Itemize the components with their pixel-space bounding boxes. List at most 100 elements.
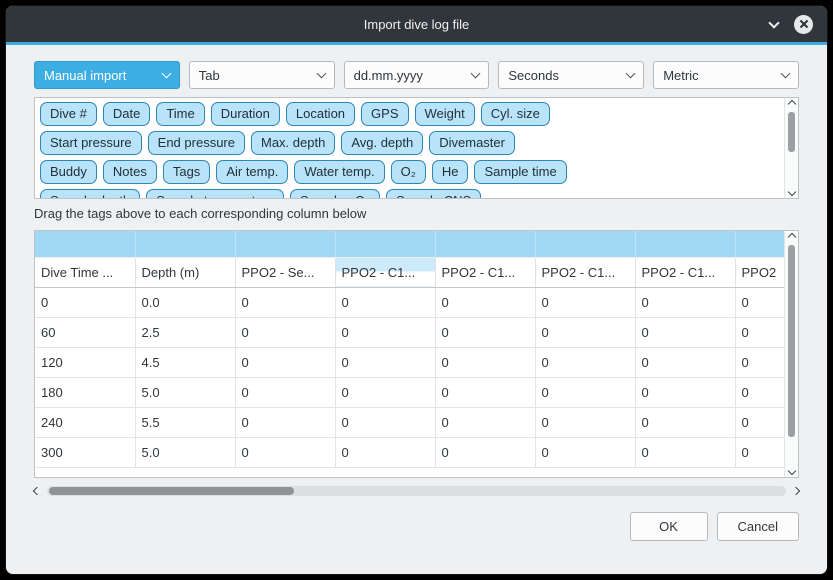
tag-list: Dive #DateTime DurationLocationGPS WeightC…: [35, 98, 784, 198]
column-drop-target[interactable]: [335, 231, 435, 257]
column-tag[interactable]: Time: [156, 102, 204, 126]
column-tag[interactable]: Avg. depth: [341, 131, 423, 155]
shade-chevron-down-icon[interactable]: [768, 17, 779, 28]
column-header[interactable]: PPO2 - Se...: [235, 257, 335, 287]
options-row: Manual import Tab dd.mm.yyyy Seconds Met…: [34, 61, 799, 89]
scroll-right-icon[interactable]: [792, 487, 800, 495]
tag-scrollbar[interactable]: [784, 98, 798, 198]
horizontal-scrollbar-track[interactable]: [47, 486, 786, 496]
table-cell: 0: [235, 347, 335, 377]
column-drop-target[interactable]: [35, 231, 135, 257]
table-cell: 0: [335, 377, 435, 407]
table-cell: 0: [435, 407, 535, 437]
table-cell: 0: [235, 317, 335, 347]
column-drop-target[interactable]: [635, 231, 735, 257]
table-cell: 0: [435, 347, 535, 377]
field-separator-select[interactable]: Tab: [189, 61, 335, 89]
scroll-down-icon[interactable]: [787, 188, 795, 196]
column-tag[interactable]: Dive #: [40, 102, 97, 126]
column-tag[interactable]: Sample time: [474, 160, 566, 184]
column-header[interactable]: PPO2 - C1...: [635, 257, 735, 287]
table-cell: 0: [335, 287, 435, 317]
scroll-down-icon[interactable]: [787, 467, 795, 475]
table-cell: 0: [335, 317, 435, 347]
column-tag[interactable]: Weight: [415, 102, 475, 126]
column-tag[interactable]: Cyl. size: [481, 102, 550, 126]
import-table-frame: Dive Time ...Depth (m)PPO2 - Se...PPO2 -…: [34, 230, 799, 478]
time-units-select[interactable]: Seconds: [498, 61, 644, 89]
titlebar-buttons: [770, 6, 813, 42]
table-cell: 0: [635, 377, 735, 407]
column-tag[interactable]: Sample pO₂: [290, 189, 380, 198]
chevron-down-icon: [161, 69, 171, 79]
table-cell: 0: [635, 287, 735, 317]
column-tag[interactable]: Tags: [163, 160, 210, 184]
column-header[interactable]: PPO2 - C1...: [335, 257, 435, 287]
dialog-buttons: OK Cancel: [34, 512, 799, 541]
dialog-title: Import dive log file: [364, 17, 470, 32]
column-drop-target[interactable]: [735, 231, 784, 257]
column-drop-target[interactable]: [435, 231, 535, 257]
import-mode-select[interactable]: Manual import: [34, 61, 180, 89]
column-tag[interactable]: Sample temperature: [146, 189, 284, 198]
column-tag[interactable]: Air temp.: [216, 160, 288, 184]
table-cell: 300: [35, 437, 135, 467]
column-header[interactable]: PPO2 - C1...: [435, 257, 535, 287]
column-tag[interactable]: Water temp.: [294, 160, 384, 184]
table-row: 00.0000000: [35, 287, 784, 317]
column-tag[interactable]: Sample depth: [40, 189, 140, 198]
tag-scrollbar-track[interactable]: [785, 110, 798, 186]
cancel-button[interactable]: Cancel: [717, 512, 799, 541]
close-icon[interactable]: [794, 15, 813, 34]
column-tag[interactable]: GPS: [361, 102, 408, 126]
date-format-select[interactable]: dd.mm.yyyy: [344, 61, 490, 89]
column-drop-target[interactable]: [235, 231, 335, 257]
column-tag[interactable]: Date: [103, 102, 150, 126]
scroll-up-icon[interactable]: [787, 233, 795, 241]
table-cell: 0: [635, 317, 735, 347]
table-cell: 0: [635, 437, 735, 467]
column-tag[interactable]: Sample CNS: [386, 189, 481, 198]
tag-scrollbar-handle[interactable]: [788, 112, 795, 152]
column-tag[interactable]: Location: [286, 102, 355, 126]
table-viewport: Dive Time ...Depth (m)PPO2 - Se...PPO2 -…: [35, 231, 784, 477]
column-tag[interactable]: Max. depth: [251, 131, 335, 155]
tag-row: Dive #DateTime DurationLocationGPS WeightC…: [40, 102, 779, 126]
ok-button[interactable]: OK: [630, 512, 708, 541]
table-scrollbar[interactable]: [784, 231, 798, 477]
column-tag[interactable]: Buddy: [40, 160, 97, 184]
table-cell: 0: [735, 407, 784, 437]
time-units-value: Seconds: [508, 68, 559, 83]
column-tag[interactable]: Start pressure: [40, 131, 142, 155]
column-drop-target[interactable]: [535, 231, 635, 257]
units-select[interactable]: Metric: [653, 61, 799, 89]
column-tag[interactable]: End pressure: [148, 131, 245, 155]
column-tag[interactable]: Divemaster: [429, 131, 515, 155]
column-header[interactable]: Depth (m): [135, 257, 235, 287]
table-cell: 0: [535, 437, 635, 467]
column-header[interactable]: PPO2: [735, 257, 784, 287]
column-tag[interactable]: Duration: [211, 102, 280, 126]
table-row: 3005.0000000: [35, 437, 784, 467]
column-tag[interactable]: O₂: [391, 160, 426, 184]
table-cell: 0: [535, 287, 635, 317]
column-tag[interactable]: Notes: [103, 160, 157, 184]
date-format-value: dd.mm.yyyy: [354, 68, 423, 83]
horizontal-scrollbar[interactable]: [34, 484, 799, 498]
column-tag[interactable]: He: [432, 160, 469, 184]
table-cell: 0: [535, 407, 635, 437]
horizontal-scrollbar-handle[interactable]: [49, 487, 294, 495]
table-cell: 5.0: [135, 377, 235, 407]
import-dialog: Import dive log file Manual import Tab d…: [5, 5, 828, 575]
field-separator-value: Tab: [199, 68, 220, 83]
table-scrollbar-handle[interactable]: [788, 245, 795, 437]
column-drop-target[interactable]: [135, 231, 235, 257]
table-scrollbar-track[interactable]: [785, 243, 798, 465]
scroll-up-icon[interactable]: [787, 100, 795, 108]
scroll-left-icon[interactable]: [33, 487, 41, 495]
column-header[interactable]: Dive Time ...: [35, 257, 135, 287]
chevron-down-icon: [781, 69, 791, 79]
table-cell: 0: [635, 407, 735, 437]
column-header[interactable]: PPO2 - C1...: [535, 257, 635, 287]
table-row: 1204.5000000: [35, 347, 784, 377]
